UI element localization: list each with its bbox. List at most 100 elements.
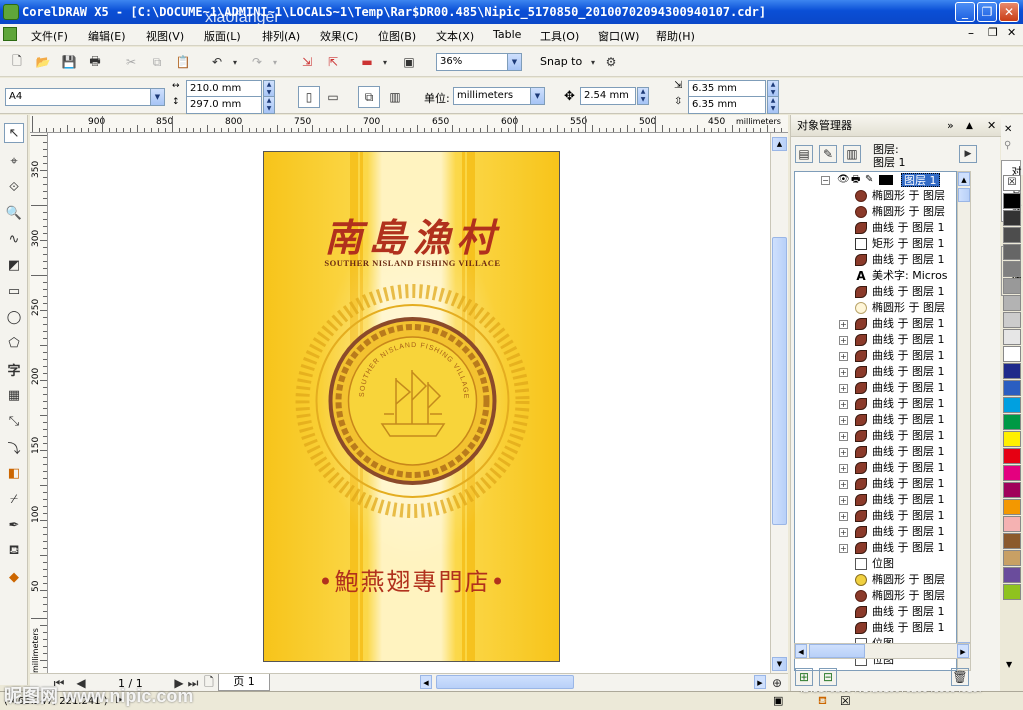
vertical-ruler[interactable]: 350 300 250 200 150 100 50 millimeters <box>30 133 48 673</box>
color-swatch[interactable] <box>1003 465 1021 481</box>
maximize-button[interactable]: ❐ <box>977 2 997 22</box>
docker-close-icon[interactable]: ✕ <box>987 115 996 137</box>
import-icon[interactable]: ⇲ <box>298 53 316 71</box>
menu-arrange[interactable]: 排列(A) <box>262 28 300 44</box>
object-row[interactable]: + 曲线 于 图层 1 <box>795 412 956 428</box>
scroll-left-arrow[interactable]: ◀ <box>795 644 807 658</box>
color-swatch[interactable] <box>1003 431 1021 447</box>
doc-close-button[interactable]: ✕ <box>1007 26 1016 39</box>
no-outline-icon[interactable]: ☒ <box>840 694 851 708</box>
new-master-layer-icon[interactable]: ⊟ <box>819 668 837 686</box>
copy-icon[interactable]: ⧉ <box>148 53 166 71</box>
menu-tools[interactable]: 工具(O) <box>540 28 579 44</box>
object-row[interactable]: + 曲线 于 图层 1 <box>795 396 956 412</box>
fill-tool-icon[interactable]: ⛾ <box>4 541 24 561</box>
object-row[interactable]: 椭圆形 于 图层 <box>795 300 956 316</box>
object-row[interactable]: + 曲线 于 图层 1 <box>795 476 956 492</box>
color-swatch[interactable] <box>1003 380 1021 396</box>
object-row[interactable]: + 曲线 于 图层 1 <box>795 428 956 444</box>
blend-tool-icon[interactable]: ◧ <box>4 463 24 483</box>
expand-icon[interactable]: + <box>839 416 848 425</box>
scroll-up-arrow[interactable]: ▲ <box>958 172 970 186</box>
options-icon[interactable]: ⚙ <box>602 53 620 71</box>
nudge-distance-input[interactable]: 2.54 mm <box>580 87 636 105</box>
zoom-level-combo[interactable]: 36% ▼ <box>436 53 522 71</box>
application-launcher-icon[interactable]: ▬ <box>358 53 376 71</box>
snap-to-dropdown-icon[interactable]: ▾ <box>584 53 602 71</box>
design-page[interactable]: 南島漁村 SOUTHER NISLAND FISHING VILLACE SOU… <box>263 151 560 662</box>
expand-icon[interactable]: + <box>839 384 848 393</box>
docker-up-icon[interactable]: ▲ <box>966 115 973 137</box>
menu-window[interactable]: 窗口(W) <box>598 28 639 44</box>
save-icon[interactable]: 💾 <box>60 53 78 71</box>
object-row[interactable]: 椭圆形 于 图层 <box>795 588 956 604</box>
coreldraw-app-icon[interactable] <box>3 4 19 20</box>
show-object-properties-icon[interactable]: ▤ <box>795 145 813 163</box>
object-row[interactable]: 曲线 于 图层 1 <box>795 252 956 268</box>
object-row[interactable]: + 曲线 于 图层 1 <box>795 444 956 460</box>
color-swatch[interactable] <box>1003 363 1021 379</box>
redo-dropdown-icon[interactable]: ▾ <box>266 53 284 71</box>
landscape-orientation-icon[interactable]: ▭ <box>324 88 342 106</box>
new-layer-icon[interactable]: ⊞ <box>795 668 813 686</box>
docker-collapse-icon[interactable]: » <box>947 115 954 137</box>
color-swatch[interactable] <box>1003 295 1021 311</box>
doc-minimize-button[interactable]: – <box>968 26 974 40</box>
tree-horizontal-scrollbar[interactable]: ◀ ▶ <box>794 643 971 659</box>
color-swatch[interactable] <box>1003 448 1021 464</box>
menu-effects[interactable]: 效果(C) <box>320 28 358 44</box>
object-row[interactable]: A 美术字: Micros <box>795 268 956 284</box>
all-pages-icon[interactable]: ⧉ <box>358 86 380 108</box>
eyedropper-tool-icon[interactable]: ⌿ <box>4 489 24 509</box>
menu-bitmaps[interactable]: 位图(B) <box>378 28 416 44</box>
color-swatch[interactable] <box>1003 346 1021 362</box>
layer-node-label[interactable]: 图层 1 <box>901 173 940 187</box>
menu-text[interactable]: 文本(X) <box>436 28 474 44</box>
pushpin-icon[interactable]: ⚲ <box>1004 140 1011 151</box>
portrait-orientation-icon[interactable]: ▯ <box>298 86 320 108</box>
palette-scroll-down-icon[interactable]: ▼ <box>1006 660 1012 669</box>
docker-menu-arrow-icon[interactable]: ▶ <box>959 145 977 163</box>
object-row[interactable]: + 曲线 于 图层 1 <box>795 380 956 396</box>
object-row[interactable]: 曲线 于 图层 1 <box>795 604 956 620</box>
color-swatch[interactable] <box>1003 210 1021 226</box>
scroll-thumb[interactable] <box>772 237 787 525</box>
edit-across-layers-icon[interactable]: ✎ <box>819 145 837 163</box>
scroll-up-arrow[interactable]: ▲ <box>772 137 787 151</box>
color-swatch[interactable] <box>1003 261 1021 277</box>
shape-tool-icon[interactable]: ⌖ <box>4 151 24 171</box>
table-tool-icon[interactable]: ▦ <box>4 385 24 405</box>
chevron-down-icon[interactable]: ▼ <box>507 54 521 70</box>
object-row[interactable]: + 曲线 于 图层 1 <box>795 316 956 332</box>
chevron-down-icon[interactable]: ▼ <box>150 89 164 105</box>
expand-icon[interactable]: + <box>839 432 848 441</box>
expand-icon[interactable]: + <box>839 336 848 345</box>
color-swatch[interactable] <box>1003 397 1021 413</box>
layer-node-row[interactable]: − 👁 🖶 ✎ 图层 1 <box>795 172 956 188</box>
object-row[interactable]: 椭圆形 于 图层 <box>795 572 956 588</box>
expand-icon[interactable]: + <box>839 464 848 473</box>
menu-view[interactable]: 视图(V) <box>146 28 184 44</box>
expand-icon[interactable]: + <box>839 368 848 377</box>
color-swatch[interactable] <box>1003 482 1021 498</box>
outline-fill-icon[interactable]: ⛾ <box>818 694 827 709</box>
cut-icon[interactable]: ✂ <box>122 53 140 71</box>
menu-help[interactable]: 帮助(H) <box>656 28 695 44</box>
dimension-tool-icon[interactable]: ⤡ <box>4 411 24 431</box>
scroll-thumb[interactable] <box>958 188 970 202</box>
object-row[interactable]: 椭圆形 于 图层 <box>795 188 956 204</box>
close-button[interactable]: ✕ <box>999 2 1019 22</box>
expand-icon[interactable]: + <box>839 496 848 505</box>
expand-icon[interactable]: + <box>839 544 848 553</box>
collapse-icon[interactable]: − <box>821 176 830 185</box>
scroll-right-arrow[interactable]: ▶ <box>754 675 766 689</box>
no-color-swatch[interactable]: ☒ <box>1003 175 1021 191</box>
color-swatch[interactable] <box>1003 550 1021 566</box>
pin-icon[interactable]: ✕ <box>1004 124 1012 135</box>
object-row[interactable]: 曲线 于 图层 1 <box>795 284 956 300</box>
expand-icon[interactable]: + <box>839 480 848 489</box>
page-height-spinner[interactable]: ▲ ▼ <box>263 96 275 114</box>
horizontal-ruler[interactable]: 900 850 800 750 700 650 600 550 500 450 … <box>30 115 788 133</box>
navigator-zoom-icon[interactable]: ⊕ <box>768 674 786 692</box>
undo-icon[interactable]: ↶ <box>208 53 226 71</box>
